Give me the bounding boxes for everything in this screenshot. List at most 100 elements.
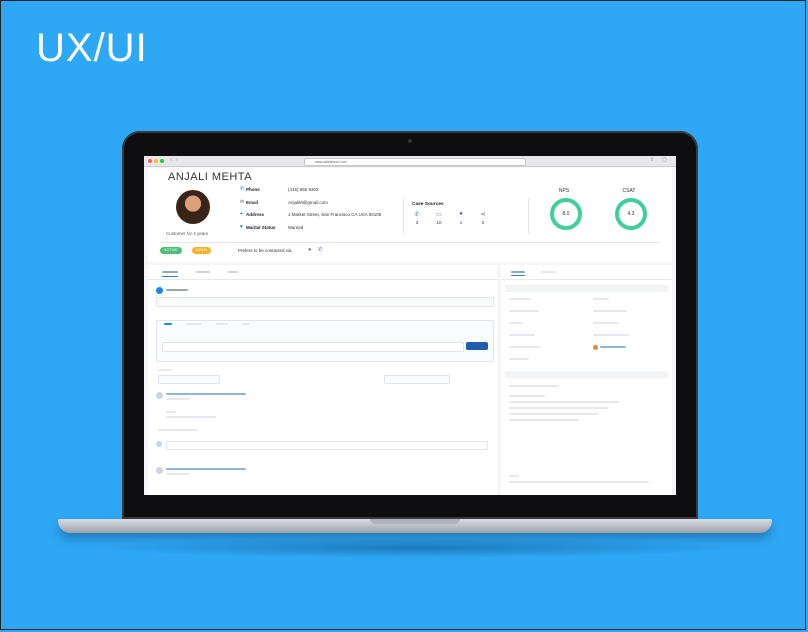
case-source-count: 3 — [415, 220, 419, 225]
case-source-count: 1 — [459, 220, 463, 225]
comment-input[interactable] — [166, 441, 488, 450]
section-header-strategic-details[interactable] — [505, 285, 668, 292]
share-page-icon[interactable]: ⇧ — [650, 157, 654, 163]
phone-value[interactable]: (415) 555 9303 — [288, 187, 319, 192]
field-placeholder — [509, 413, 599, 415]
field-placeholder — [593, 334, 629, 336]
sort-label-placeholder — [158, 369, 172, 371]
heart-icon: ♥ — [240, 224, 243, 230]
share-button[interactable] — [466, 342, 488, 350]
field-placeholder — [509, 310, 539, 312]
avatar — [593, 345, 598, 350]
header-divider — [160, 242, 660, 243]
publisher-tab-poll[interactable] — [216, 323, 228, 325]
share-update-input[interactable] — [162, 342, 464, 352]
section-header-history[interactable] — [505, 371, 668, 378]
brand-title: UX/UI — [36, 26, 148, 70]
nps-ring: 8.0 — [550, 198, 582, 230]
gold-badge: GOLD — [192, 247, 211, 254]
field-placeholder — [509, 334, 535, 336]
feed-item-text-placeholder — [166, 411, 176, 413]
close-window-icon[interactable] — [148, 159, 152, 163]
back-icon[interactable]: ‹ — [170, 157, 172, 163]
active-tab-indicator — [511, 275, 525, 276]
feed-item-text-placeholder — [166, 416, 216, 418]
sort-dropdown[interactable] — [158, 375, 220, 384]
phone-label: Phone — [246, 187, 260, 192]
publisher-tab-more[interactable] — [242, 323, 250, 325]
publisher-tab-question[interactable] — [186, 323, 202, 325]
feed-item-author-placeholder[interactable] — [166, 393, 246, 395]
address-value: 1 Market Street, San Francisco CA USA 94… — [288, 212, 382, 217]
avatar — [156, 441, 162, 447]
tab-related[interactable] — [541, 271, 557, 273]
webcam — [408, 139, 412, 143]
field-placeholder — [509, 401, 619, 403]
field-placeholder — [509, 407, 609, 409]
field-placeholder — [509, 358, 529, 360]
avatar — [156, 467, 163, 474]
feed-item-author-placeholder[interactable] — [166, 468, 246, 470]
avatar — [176, 190, 210, 224]
tab-details[interactable] — [511, 271, 525, 273]
owner-link-placeholder[interactable] — [600, 346, 626, 348]
field-placeholder — [509, 298, 531, 300]
laptop-screen: ‹ › www.salesforce.com ⇧ ▢ ANJALI MEHTA … — [144, 156, 676, 495]
case-icon — [156, 287, 163, 294]
feed-item-time-placeholder — [166, 398, 190, 400]
monitor-icon[interactable]: ▭ — [432, 211, 446, 218]
customer-header-card: ANJALI MEHTA Customer for 4 years ✆ Phon… — [148, 168, 672, 262]
csat-value: 4.3 — [627, 211, 635, 217]
phone-icon: ✆ — [240, 186, 245, 192]
chat-icon[interactable]: ● — [454, 211, 468, 217]
field-placeholder — [509, 395, 545, 397]
location-pin-icon: ⌖ — [240, 211, 243, 217]
email-label: Email — [246, 200, 259, 205]
case-subject-field[interactable] — [156, 297, 494, 307]
divider — [148, 279, 497, 280]
divider — [403, 198, 404, 234]
phone-icon[interactable]: ✆ — [410, 211, 424, 218]
like-comment-actions-placeholder[interactable] — [158, 429, 198, 431]
csat-label: CSAT — [622, 188, 636, 194]
address-label: Address — [246, 212, 265, 217]
details-panel — [501, 265, 672, 495]
field-placeholder — [509, 322, 523, 324]
active-badge: ACTIVE — [160, 247, 182, 254]
feed-item-time-placeholder — [166, 473, 190, 475]
address-bar[interactable]: www.salesforce.com — [304, 158, 526, 166]
case-source-count: 2 — [481, 220, 485, 225]
field-placeholder — [509, 475, 519, 477]
field-placeholder — [509, 481, 649, 483]
laptop-notch — [370, 519, 460, 524]
search-feed-input[interactable] — [384, 375, 450, 384]
chat-icon[interactable]: ● — [308, 247, 311, 253]
forward-icon[interactable]: › — [176, 157, 178, 163]
contact-preference-label: Prefers to be contacted via — [238, 248, 292, 253]
field-placeholder — [509, 419, 579, 421]
divider — [528, 198, 529, 234]
avatar — [156, 392, 163, 399]
tab-activity[interactable] — [196, 269, 210, 274]
share-icon[interactable]: ⋖ — [476, 211, 490, 218]
case-title-placeholder — [166, 289, 188, 291]
email-value[interactable]: AnjaliM@gmail.com — [288, 200, 328, 205]
activity-feed-panel — [148, 265, 497, 495]
divider — [501, 279, 672, 280]
phone-icon[interactable]: ✆ — [318, 247, 323, 253]
publisher-tab-post[interactable] — [164, 323, 172, 325]
laptop-bezel: ‹ › www.salesforce.com ⇧ ▢ ANJALI MEHTA … — [122, 131, 698, 519]
tab-feed[interactable] — [162, 269, 178, 277]
field-placeholder — [593, 322, 619, 324]
field-placeholder — [593, 298, 609, 300]
case-sources-title: Case Sources — [412, 202, 444, 207]
laptop-shadow — [96, 538, 736, 558]
maximize-window-icon[interactable] — [160, 159, 164, 163]
nps-label: NPS — [558, 188, 570, 194]
customer-tenure: Customer for 4 years — [166, 231, 209, 236]
csat-ring: 4.3 — [615, 198, 647, 230]
minimize-window-icon[interactable] — [154, 159, 158, 163]
tabs-icon[interactable]: ▢ — [662, 157, 667, 163]
tab-news[interactable] — [228, 269, 238, 274]
field-placeholder — [509, 385, 559, 387]
